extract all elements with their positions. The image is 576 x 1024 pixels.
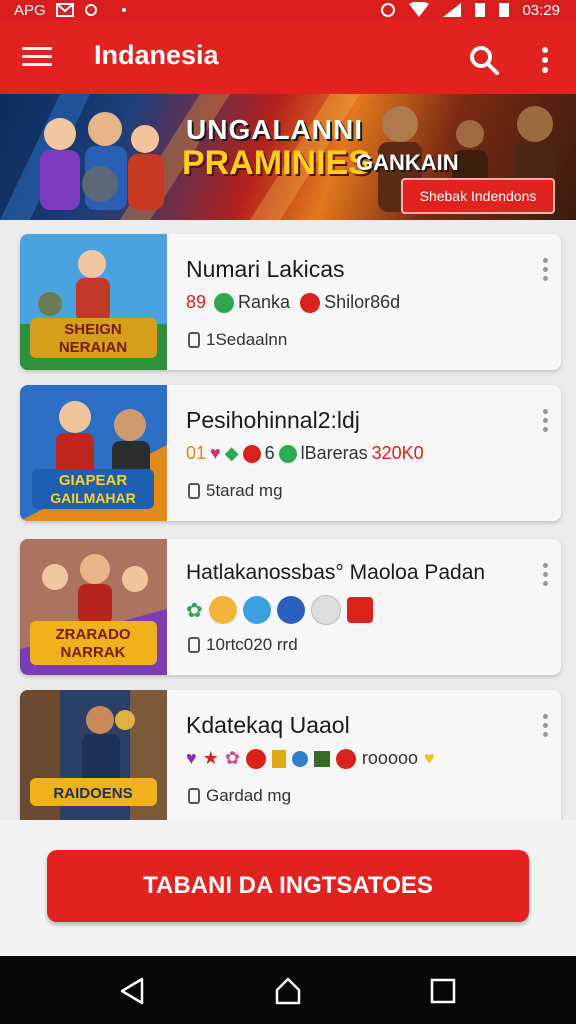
app-title: Indanesia [94,40,219,70]
svg-text:ZRARADO: ZRARADO [56,626,131,643]
svg-text:GIAPEAR: GIAPEAR [59,472,128,489]
item-meta-label: rooooo [361,748,418,768]
item-title: Numari Lakicas [186,256,345,282]
item-meta: 89 Ranka Shilor86d [186,292,400,313]
mail-icon [55,3,74,17]
recents-icon[interactable] [428,976,458,1006]
search-icon[interactable] [466,42,502,78]
alarm-icon [381,3,396,17]
svg-text:NARRAK: NARRAK [61,644,126,661]
item-meta-icons: ✿ [186,595,373,625]
item-meta: 01 ♥ ◆ 6 lBareras 320K0 [186,443,424,464]
list-item[interactable]: SHEIGN NERAIAN Numari Lakicas 89 Ranka S… [20,234,561,370]
app-bar: Indanesia [0,20,576,94]
item-overflow-icon[interactable] [537,714,553,742]
item-meta-label: Ranka [238,292,291,312]
green-badge-icon [214,292,235,313]
banner-headline-line1: UNGALANNI [186,114,363,145]
home-icon[interactable] [273,976,303,1006]
item-size: 5tarad mg [188,481,283,501]
overflow-menu-icon[interactable] [532,42,558,78]
item-overflow-icon[interactable] [537,258,553,286]
file-icon [188,637,200,653]
item-meta-extra: Shilor86d [324,292,401,312]
svg-text:SHEIGN: SHEIGN [64,321,122,338]
file-icon [188,788,200,804]
list-item[interactable]: ZRARADO NARRAK Hatlakanossbas° Maoloa Pa… [20,539,561,675]
green-badge-icon [278,444,297,463]
avatar-icon [208,596,237,624]
banner-cta-button[interactable]: Shebak Indendons [401,178,555,214]
item-title: Hatlakanossbas° Maoloa Padan [186,561,486,584]
gem-icon: ◆ [224,443,239,463]
red-badge-icon [242,444,261,463]
battery-icon [499,3,510,17]
flower-icon: ✿ [224,748,240,768]
red-badge-icon [300,292,321,313]
primary-action-button[interactable]: TABANI DA INGTSATOES [47,850,529,922]
promo-banner[interactable]: UNGALANNI PRAMINIES GANKAIN Shebak Inden… [0,94,576,220]
item-size-text: 10rtc020 rrd [206,635,298,654]
item-overflow-icon[interactable] [537,563,553,591]
item-size: Gardad mg [188,786,291,806]
wifi-icon [409,2,430,17]
gift-icon [346,597,373,623]
heart-icon: ♥ [423,748,435,768]
box-icon [313,750,330,767]
blue-badge-icon [291,750,308,767]
status-carrier-text: APG [14,1,46,19]
item-meta-extra: 320K0 [371,443,424,463]
flower-icon: ✿ [186,599,203,622]
game-thumbnail: GIAPEAR GAILMAHAR [20,385,167,521]
item-rating: 89 [186,292,207,312]
status-time: 03:29 [522,1,560,19]
heart-icon: ♥ [210,443,221,463]
star-icon: ★ [202,748,219,768]
banner-headline-line2: PRAMINIES [182,144,371,182]
list-item[interactable]: RAIDOENS Kdatekaq Uaaol ♥ ★ ✿ rooooo ♥ G… [20,690,561,826]
item-size-text: Gardad mg [206,786,292,805]
game-thumbnail: RAIDOENS [20,690,167,826]
item-size-text: 1Sedaalnn [206,330,288,349]
game-thumbnail: SHEIGN NERAIAN [20,234,167,370]
spiral-icon [310,595,341,625]
item-title: Pesihohinnal2:ldj [186,407,360,433]
item-meta-label: lBareras [300,443,368,463]
file-icon [188,332,200,348]
item-meta-count: 6 [264,443,275,463]
item-meta-icons: ♥ ★ ✿ rooooo ♥ [186,748,435,769]
item-size-text: 5tarad mg [206,481,283,500]
system-nav-bar [0,956,576,1024]
banner-headline-line3: GANKAIN [356,150,459,175]
item-overflow-icon[interactable] [537,409,553,437]
notification-dot-icon [121,8,126,12]
svg-text:GAILMAHAR: GAILMAHAR [50,490,136,506]
hamburger-menu-icon[interactable] [20,42,54,72]
game-thumbnail: ZRARADO NARRAK [20,539,167,675]
svg-text:NERAIAN: NERAIAN [59,339,127,356]
signal-icon [443,3,462,17]
status-bar: APG 03:29 [0,0,576,20]
heart-icon: ♥ [186,748,197,768]
red-badge-icon [335,748,356,769]
item-size: 1Sedaalnn [188,330,287,350]
svg-text:RAIDOENS: RAIDOENS [53,785,132,802]
red-badge-icon [245,748,266,769]
file-icon [188,483,200,499]
list-item[interactable]: GIAPEAR GAILMAHAR Pesihohinnal2:ldj 01 ♥… [20,385,561,521]
item-title: Kdatekaq Uaaol [186,712,350,738]
sync-icon [84,4,97,16]
item-size: 10rtc020 rrd [188,635,298,655]
globe-icon [276,596,305,624]
bag-icon [271,749,286,768]
sim-icon [475,3,486,17]
item-rating: 01 [186,443,207,463]
back-icon[interactable] [118,976,148,1006]
bowl-icon [242,596,271,624]
